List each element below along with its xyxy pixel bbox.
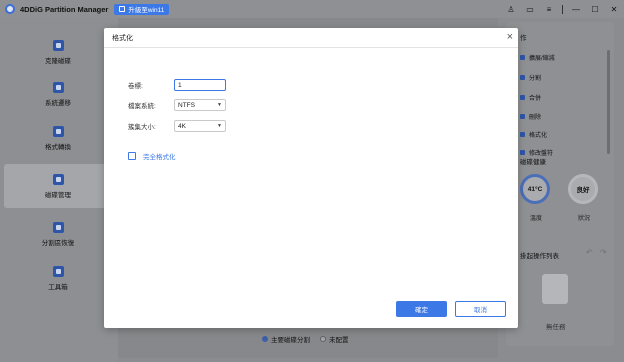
volume-label-input[interactable]: 1 (174, 79, 226, 91)
user-icon[interactable]: ♙ (505, 5, 517, 14)
cluster-size-select[interactable]: 4K ▼ (174, 120, 226, 132)
drive-letter-icon (520, 150, 525, 155)
redo-icon[interactable]: ↷ (600, 248, 607, 257)
app-title: 4DDiG Partition Manager (20, 4, 109, 14)
status-label: 狀況 (578, 216, 591, 222)
file-system-value: NTFS (178, 101, 195, 109)
right-panel: 作 擴展/縮減 分割 合併 刪除 格式化 修改盤符 磁碟健康 41°C 良好 溫… (506, 22, 614, 346)
close-button[interactable]: ✕ (608, 5, 620, 14)
op-label: 合併 (529, 96, 542, 102)
status-value: 良好 (576, 187, 590, 194)
temperature-gauge: 41°C (520, 174, 550, 204)
legend-unallocated-label: 未配置 (329, 337, 349, 344)
sidebar-item-partition-recovery[interactable]: 分割區恢復 (4, 214, 112, 254)
empty-clipboard-icon (542, 274, 568, 304)
sidebar-item-format-convert[interactable]: 格式轉換 (4, 118, 112, 158)
partition-recovery-icon (52, 221, 64, 233)
window-controls: ♙ ▭ ≡ — ☐ ✕ (505, 0, 620, 18)
sidebar-item-label: 磁碟管理 (45, 191, 71, 199)
temperature-label: 溫度 (530, 216, 543, 222)
partition-legend: 主要磁碟分割 未配置 (262, 334, 349, 344)
sidebar-item-system-migration[interactable]: 系統遷移 (4, 74, 112, 114)
op-label: 刪除 (529, 115, 542, 121)
full-format-checkbox[interactable] (128, 152, 136, 160)
windows-icon (119, 6, 126, 12)
dialog-close-icon[interactable]: × (507, 31, 513, 43)
pending-list-title: 掛起操作列表 (520, 253, 559, 260)
cancel-button[interactable]: 取消 (455, 301, 506, 317)
file-system-select[interactable]: NTFS ▼ (174, 99, 226, 111)
health-title: 磁碟健康 (520, 159, 546, 166)
volume-label-row: 卷標: 1 (128, 79, 226, 91)
sidebar-item-toolbox[interactable]: 工具箱 (4, 258, 112, 298)
legend-primary-label: 主要磁碟分割 (271, 337, 310, 344)
menu-icon[interactable]: ≡ (543, 5, 555, 14)
op-resize[interactable]: 擴展/縮減 (520, 53, 555, 62)
sidebar-item-label: 分割區恢復 (41, 239, 75, 247)
chevron-down-icon: ▼ (217, 123, 222, 129)
status-gauge: 良好 (568, 174, 598, 204)
format-convert-icon (52, 125, 64, 137)
divider (562, 4, 563, 14)
upgrade-button[interactable]: 升級至win11 (114, 3, 170, 15)
op-format[interactable]: 格式化 (520, 130, 547, 139)
chevron-down-icon: ▼ (217, 102, 222, 108)
sidebar-item-label: 格式轉換 (45, 143, 71, 151)
op-split[interactable]: 分割 (520, 73, 541, 82)
minimize-button[interactable]: — (570, 5, 582, 14)
sidebar-item-label: 系統遷移 (45, 99, 71, 107)
delete-icon (520, 114, 525, 119)
legend-unallocated: 未配置 (320, 334, 349, 344)
app-logo-icon (5, 4, 15, 14)
full-format-label: 完全格式化 (143, 154, 176, 161)
merge-icon (520, 95, 525, 100)
ok-button[interactable]: 確定 (396, 301, 447, 317)
temperature-value: 41°C (527, 185, 543, 193)
toolbox-icon (52, 265, 64, 277)
operations-title: 作 (520, 35, 527, 42)
sidebar: 克隆磁碟 系統遷移 格式轉換 磁碟管理 分割區恢復 工具箱 (0, 18, 118, 362)
pending-empty-label: 無任務 (546, 324, 566, 331)
primary-partition-dot-icon (262, 336, 268, 342)
unallocated-dot-icon (320, 336, 326, 342)
op-label: 擴展/縮減 (529, 56, 555, 62)
op-delete[interactable]: 刪除 (520, 112, 541, 121)
dialog-title: 格式化 (112, 34, 133, 42)
system-migration-icon (52, 81, 64, 93)
file-system-row: 檔案系統: NTFS ▼ (128, 99, 226, 111)
dialog-header: 格式化 × (104, 28, 518, 48)
undo-icon[interactable]: ↶ (586, 248, 593, 257)
sidebar-item-disk-management[interactable]: 磁碟管理 (4, 164, 112, 208)
file-system-label: 檔案系統: (128, 103, 156, 110)
feedback-icon[interactable]: ▭ (524, 5, 536, 14)
volume-label-label: 卷標: (128, 83, 143, 90)
full-format-option[interactable]: 完全格式化 (128, 151, 176, 161)
title-bar: 4DDiG Partition Manager 升級至win11 ♙ ▭ ≡ —… (0, 0, 624, 18)
clone-disk-icon (52, 39, 64, 51)
op-label: 格式化 (529, 133, 548, 139)
sidebar-item-clone-disk[interactable]: 克隆磁碟 (4, 32, 112, 72)
cluster-size-value: 4K (178, 122, 186, 130)
split-icon (520, 75, 525, 80)
format-dialog: 格式化 × 卷標: 1 檔案系統: NTFS ▼ 簇集大小: 4K ▼ 完全格式… (104, 28, 518, 328)
sidebar-item-label: 工具箱 (48, 283, 68, 291)
operations-scrollbar[interactable] (607, 50, 610, 154)
resize-icon (520, 55, 525, 60)
maximize-button[interactable]: ☐ (589, 5, 601, 14)
upgrade-label: 升級至win11 (128, 7, 165, 14)
cluster-size-label: 簇集大小: (128, 124, 156, 131)
op-merge[interactable]: 合併 (520, 93, 541, 102)
cluster-size-row: 簇集大小: 4K ▼ (128, 120, 226, 132)
format-icon (520, 132, 525, 137)
sidebar-item-label: 克隆磁碟 (45, 57, 71, 65)
legend-primary: 主要磁碟分割 (262, 334, 310, 344)
disk-management-icon (52, 173, 64, 185)
op-label: 分割 (529, 76, 542, 82)
